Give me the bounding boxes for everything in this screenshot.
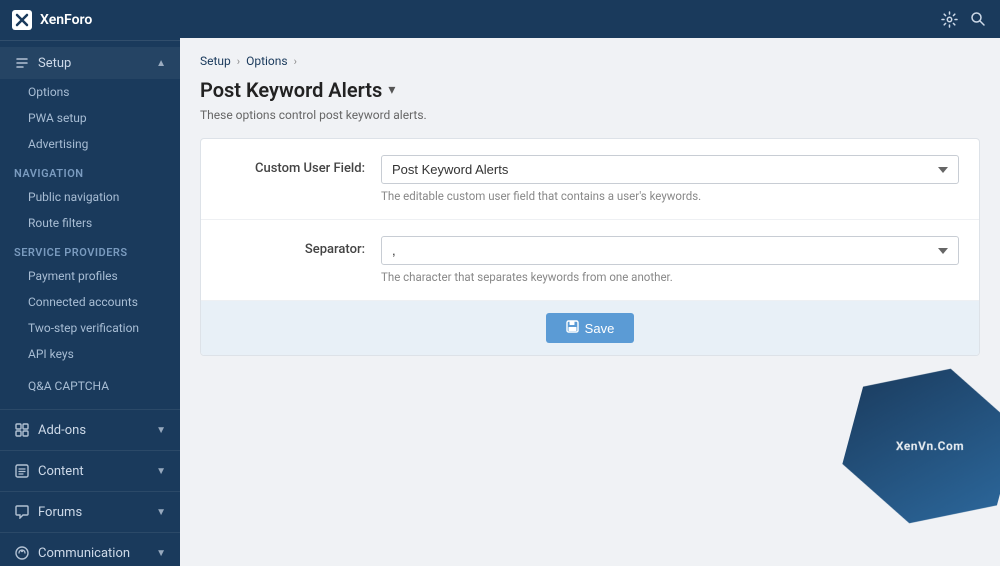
content-chevron: ▼ bbox=[156, 466, 166, 477]
custom-user-field-label: Custom User Field: bbox=[221, 155, 381, 176]
communication-chevron: ▼ bbox=[156, 548, 166, 559]
setup-label: Setup bbox=[38, 56, 71, 71]
logo-icon bbox=[12, 10, 32, 30]
sidebar-item-pwa-setup[interactable]: PWA setup bbox=[0, 105, 180, 131]
custom-user-field-wrap: Post Keyword Alerts The editable custom … bbox=[381, 155, 959, 203]
form-panel: Custom User Field: Post Keyword Alerts T… bbox=[200, 138, 980, 356]
forums-label: Forums bbox=[38, 505, 82, 520]
service-section-label: Service providers bbox=[0, 236, 180, 263]
sidebar-divider-1 bbox=[0, 409, 180, 410]
separator-select[interactable]: , bbox=[381, 236, 959, 265]
communication-label: Communication bbox=[38, 546, 130, 561]
sidebar-item-setup[interactable]: Setup ▲ bbox=[0, 47, 180, 79]
settings-icon[interactable] bbox=[941, 11, 958, 28]
sidebar-item-advertising[interactable]: Advertising bbox=[0, 131, 180, 157]
form-footer: Save bbox=[201, 301, 979, 355]
content-label: Content bbox=[38, 464, 84, 479]
sidebar-item-connected-accounts[interactable]: Connected accounts bbox=[0, 289, 180, 315]
sidebar-divider-3 bbox=[0, 491, 180, 492]
sidebar-divider-2 bbox=[0, 450, 180, 451]
addons-chevron: ▼ bbox=[156, 425, 166, 436]
setup-section: Setup ▲ Options PWA setup Advertising Na… bbox=[0, 41, 180, 405]
sidebar: XenForo Setup ▲ Options PWA setup Advert… bbox=[0, 0, 180, 566]
sidebar-item-communication[interactable]: Communication ▼ bbox=[0, 537, 180, 566]
setup-icon bbox=[14, 55, 30, 71]
breadcrumb-setup[interactable]: Setup bbox=[200, 54, 231, 68]
sidebar-item-two-step-verification[interactable]: Two-step verification bbox=[0, 315, 180, 341]
custom-user-field-hint: The editable custom user field that cont… bbox=[381, 189, 959, 203]
separator-field-wrap: , The character that separates keywords … bbox=[381, 236, 959, 284]
addons-label: Add-ons bbox=[38, 423, 86, 438]
sidebar-item-captcha[interactable]: Q&A CAPTCHA bbox=[0, 373, 180, 399]
save-icon bbox=[566, 320, 579, 336]
sidebar-logo[interactable]: XenForo bbox=[0, 0, 180, 41]
breadcrumb-options[interactable]: Options bbox=[246, 54, 288, 68]
breadcrumb: Setup › Options › bbox=[200, 54, 980, 68]
sidebar-item-forums[interactable]: Forums ▼ bbox=[0, 496, 180, 528]
watermark-text: XenVn.Com bbox=[896, 438, 964, 455]
form-row-custom-user-field: Custom User Field: Post Keyword Alerts T… bbox=[201, 139, 979, 220]
sidebar-divider-4 bbox=[0, 532, 180, 533]
custom-user-field-select[interactable]: Post Keyword Alerts bbox=[381, 155, 959, 184]
sidebar-item-options[interactable]: Options bbox=[0, 79, 180, 105]
forums-icon bbox=[14, 504, 30, 520]
page-title: Post Keyword Alerts bbox=[200, 78, 382, 102]
breadcrumb-sep-1: › bbox=[237, 55, 240, 68]
separator-hint: The character that separates keywords fr… bbox=[381, 270, 959, 284]
save-label: Save bbox=[585, 321, 615, 336]
sidebar-item-addons[interactable]: Add-ons ▼ bbox=[0, 414, 180, 446]
topbar bbox=[180, 0, 1000, 38]
forums-chevron: ▼ bbox=[156, 507, 166, 518]
page-title-caret[interactable]: ▾ bbox=[388, 82, 395, 98]
sidebar-item-api-keys[interactable]: API keys bbox=[0, 341, 180, 367]
content-icon bbox=[14, 463, 30, 479]
addons-icon bbox=[14, 422, 30, 438]
nav-section-label: Navigation bbox=[0, 157, 180, 184]
sidebar-item-payment-profiles[interactable]: Payment profiles bbox=[0, 263, 180, 289]
separator-label: Separator: bbox=[221, 236, 381, 257]
setup-chevron: ▲ bbox=[156, 58, 166, 69]
sidebar-item-public-navigation[interactable]: Public navigation bbox=[0, 184, 180, 210]
breadcrumb-sep-2: › bbox=[294, 55, 297, 68]
page-title-wrap: Post Keyword Alerts ▾ bbox=[200, 78, 980, 102]
save-button[interactable]: Save bbox=[546, 313, 635, 343]
logo-text: XenForo bbox=[40, 12, 92, 28]
communication-icon bbox=[14, 545, 30, 561]
page-subtitle: These options control post keyword alert… bbox=[200, 108, 980, 122]
search-icon[interactable] bbox=[970, 11, 986, 27]
sidebar-item-route-filters[interactable]: Route filters bbox=[0, 210, 180, 236]
form-row-separator: Separator: , The character that separate… bbox=[201, 220, 979, 301]
sidebar-item-content[interactable]: Content ▼ bbox=[0, 455, 180, 487]
